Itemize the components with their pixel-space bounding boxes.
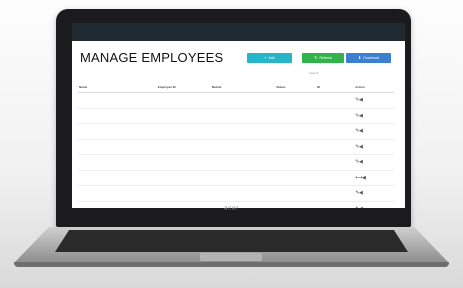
column-header-action: Action <box>354 81 394 93</box>
table-row[interactable]: ✎◀ <box>78 154 394 171</box>
cell-employee-id <box>156 139 211 155</box>
laptop-base-edge <box>14 262 449 267</box>
cell-id <box>315 170 355 186</box>
cell-status <box>275 92 316 109</box>
cell-employee-id <box>156 123 211 140</box>
cell-id <box>315 185 355 202</box>
table-row[interactable]: ✎◀ <box>78 123 394 140</box>
brand-logo: acer <box>223 205 240 212</box>
table-row[interactable]: ✎◀ <box>78 139 394 155</box>
cell-action: ✎◀ <box>354 185 394 202</box>
column-header-status[interactable]: Status <box>275 81 316 93</box>
edit-delete-icons[interactable]: ⟷◀ <box>355 175 366 181</box>
cell-name <box>78 139 157 155</box>
cell-mobile <box>210 170 276 186</box>
column-header-id[interactable]: ID <box>315 81 355 93</box>
cell-action: ✎◀ <box>354 108 394 124</box>
table-row[interactable]: ⟷◀ <box>78 170 394 186</box>
cell-name <box>78 108 157 124</box>
cell-employee-id <box>156 170 211 186</box>
cell-mobile <box>210 139 276 155</box>
edit-delete-icons[interactable]: ✎◀ <box>355 159 363 165</box>
cell-status <box>275 170 316 186</box>
cell-employee-id <box>156 185 211 202</box>
cell-mobile <box>210 108 276 124</box>
cell-mobile <box>210 123 276 140</box>
cell-id <box>315 154 355 171</box>
cell-mobile <box>210 92 276 109</box>
touchpad <box>200 253 262 261</box>
cell-id <box>315 123 355 140</box>
cell-id <box>315 139 355 155</box>
add-button[interactable]: + Add <box>247 53 292 63</box>
screen: MANAGE EMPLOYEES + Add ↻ Refresh ⬇ Downl… <box>72 23 405 208</box>
cell-id <box>315 108 355 124</box>
column-header-mobile[interactable]: Mobile <box>210 81 276 93</box>
cell-employee-id <box>156 108 211 124</box>
cell-mobile <box>210 154 276 171</box>
employees-table: Name Employee ID Mobile Status ID Action… <box>78 81 394 208</box>
edit-delete-icons[interactable]: ✎◀ <box>355 144 363 150</box>
plus-icon: + <box>264 55 267 60</box>
cell-action: ✎◀ <box>354 92 394 109</box>
table-row[interactable]: ✎◀ <box>78 92 394 109</box>
cell-status <box>275 139 316 155</box>
table-row[interactable]: ✎◀ <box>78 185 394 202</box>
search-input[interactable] <box>309 70 339 76</box>
cell-mobile <box>210 185 276 202</box>
cell-status <box>275 123 316 140</box>
cell-name <box>78 123 157 140</box>
table-header-row: Name Employee ID Mobile Status ID Action <box>78 81 394 93</box>
add-button-label: Add <box>268 56 275 60</box>
cell-action: ⟷◀ <box>354 170 394 186</box>
cell-action: ✎◀ <box>354 154 394 171</box>
cell-status <box>275 154 316 171</box>
app-top-bar <box>72 23 405 41</box>
column-header-name[interactable]: Name <box>78 81 157 93</box>
download-icon: ⬇ <box>358 55 362 60</box>
cell-name <box>78 170 157 186</box>
column-header-employee-id[interactable]: Employee ID <box>156 81 211 93</box>
cell-status <box>275 108 316 124</box>
edit-delete-icons[interactable]: ✎◀ <box>355 190 363 196</box>
cell-id <box>315 92 355 109</box>
page-title: MANAGE EMPLOYEES <box>80 50 224 65</box>
cell-employee-id <box>156 154 211 171</box>
cell-name <box>78 185 157 202</box>
cell-status <box>275 185 316 202</box>
download-button-label: Download <box>363 56 379 60</box>
cell-name <box>78 92 157 109</box>
refresh-icon: ↻ <box>314 55 318 60</box>
cell-name <box>78 154 157 171</box>
table-row[interactable]: ✎◀ <box>78 108 394 124</box>
cell-action: ✎◀ <box>354 123 394 140</box>
refresh-button[interactable]: ↻ Refresh <box>302 53 344 63</box>
cell-action: ✎◀ <box>354 139 394 155</box>
keyboard <box>55 230 408 252</box>
refresh-button-label: Refresh <box>319 56 332 60</box>
edit-delete-icons[interactable]: ✎◀ <box>355 113 363 119</box>
edit-delete-icons[interactable]: ✎◀ <box>355 97 363 103</box>
edit-delete-icons[interactable]: ✎◀ <box>355 128 363 134</box>
cell-employee-id <box>156 92 211 109</box>
download-button[interactable]: ⬇ Download <box>346 53 391 63</box>
page-header: MANAGE EMPLOYEES + Add ↻ Refresh ⬇ Downl… <box>72 41 405 67</box>
search-row <box>72 67 405 79</box>
